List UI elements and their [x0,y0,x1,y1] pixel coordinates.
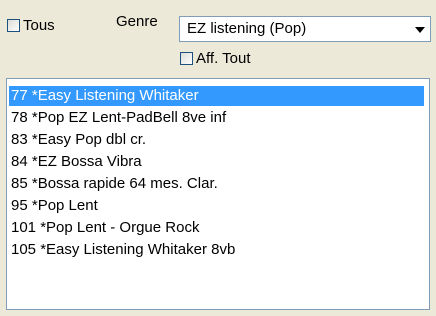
genre-label: Genre [116,13,158,30]
list-item[interactable]: 105 *Easy Listening Whitaker 8vb [9,240,424,260]
list-item[interactable]: 84 *EZ Bossa Vibra [9,152,424,172]
aff-tout-label: Aff. Tout [196,50,251,67]
genre-dropdown[interactable]: EZ listening (Pop) [179,16,431,42]
style-picker-panel: Tous Genre EZ listening (Pop) Aff. Tout … [0,0,436,316]
list-item[interactable]: 101 *Pop Lent - Orgue Rock [9,218,424,238]
genre-selected-value: EZ listening (Pop) [187,20,307,37]
list-item[interactable]: 77 *Easy Listening Whitaker [9,86,424,106]
tous-label: Tous [23,17,55,34]
chevron-down-icon[interactable] [410,17,430,41]
list-item[interactable]: 95 *Pop Lent [9,196,424,216]
tous-checkbox[interactable] [7,19,20,32]
list-item[interactable]: 85 *Bossa rapide 64 mes. Clar. [9,174,424,194]
list-item[interactable]: 78 *Pop EZ Lent-PadBell 8ve inf [9,108,424,128]
list-item[interactable]: 83 *Easy Pop dbl cr. [9,130,424,150]
aff-tout-checkbox[interactable] [180,52,193,65]
style-list[interactable]: 77 *Easy Listening Whitaker 78 *Pop EZ Le… [6,78,430,310]
